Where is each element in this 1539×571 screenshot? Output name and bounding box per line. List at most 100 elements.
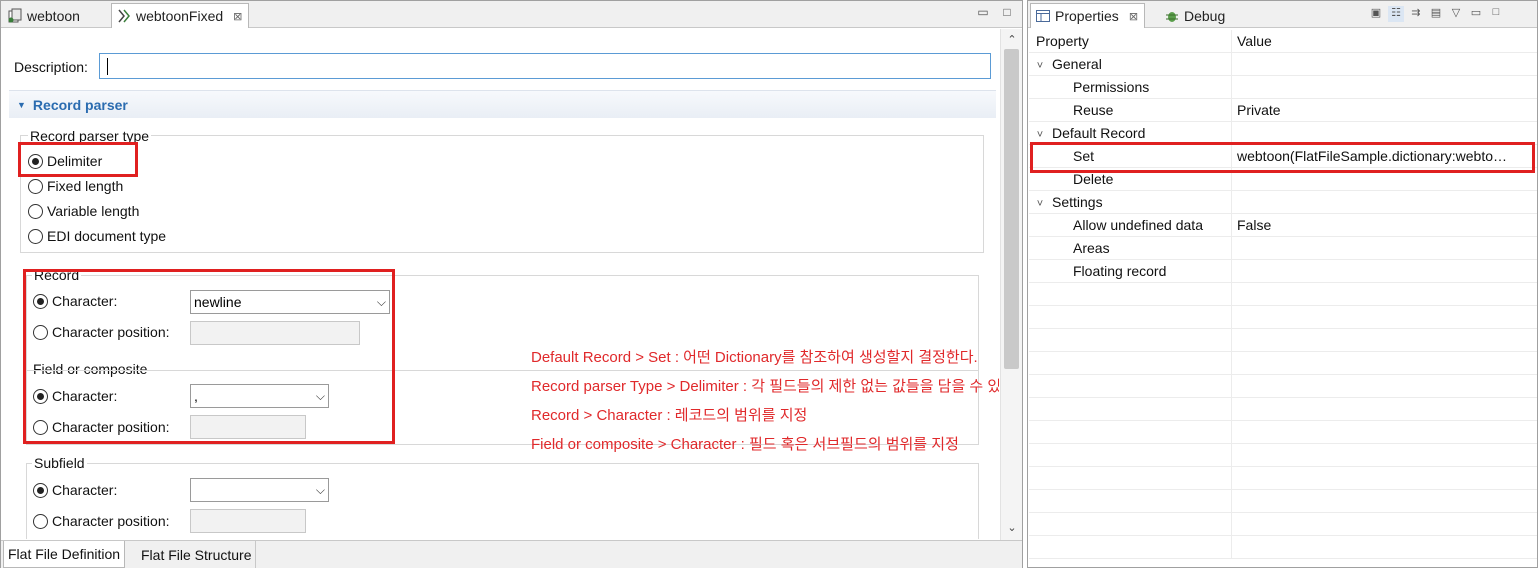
table-row[interactable]: Allow undefined data False: [1029, 214, 1537, 237]
property-label: Areas: [1073, 240, 1110, 256]
highlight-record-field: [23, 269, 395, 444]
property-label: Floating record: [1073, 263, 1167, 279]
empty-cell: [1029, 421, 1232, 444]
empty-cell: [1029, 329, 1232, 352]
property-label: General: [1052, 56, 1102, 72]
empty-row: [1029, 283, 1537, 306]
empty-row: [1029, 421, 1537, 444]
table-row[interactable]: ˅ General: [1029, 53, 1537, 76]
window-controls: ▭ □: [976, 5, 1014, 19]
chevron-down-icon[interactable]: ˅: [1033, 193, 1047, 216]
pin-icon[interactable]: ▣: [1368, 6, 1384, 22]
empty-cell: [1029, 467, 1232, 490]
restore-icon[interactable]: ▤: [1428, 6, 1444, 22]
highlight-delimiter: [18, 142, 138, 177]
text-caret: [107, 58, 108, 75]
property-value[interactable]: [1237, 191, 1533, 214]
property-name: Permissions: [1029, 76, 1232, 99]
tab-flat-file-definition[interactable]: Flat File Definition: [3, 541, 126, 568]
vertical-scrollbar[interactable]: ⌃ ⌄: [1000, 29, 1022, 540]
empty-cell: [1029, 306, 1232, 329]
empty-cell: [1029, 352, 1232, 375]
radio-fixed-length[interactable]: Fixed length: [28, 178, 123, 194]
empty-row: [1029, 352, 1537, 375]
empty-row: [1029, 306, 1537, 329]
description-input[interactable]: [99, 53, 991, 79]
radio-variable-length[interactable]: Variable length: [28, 203, 139, 219]
property-value[interactable]: [1237, 237, 1533, 260]
property-name: Allow undefined data: [1029, 214, 1232, 237]
highlight-set-row: [1030, 142, 1535, 173]
section-title: Record parser: [32, 96, 128, 113]
property-label: Permissions: [1073, 79, 1150, 95]
advanced-icon[interactable]: ⇉: [1408, 6, 1424, 22]
empty-cell: [1029, 444, 1232, 467]
header-value: Value: [1237, 33, 1272, 49]
empty-row: [1029, 490, 1537, 513]
scrollbar-thumb[interactable]: [1004, 49, 1019, 369]
annotation-note: Record > Character : 레코드의 범위를 지정: [531, 407, 808, 424]
maximize-icon[interactable]: □: [1488, 6, 1504, 22]
minimize-icon[interactable]: ▭: [976, 5, 990, 19]
table-row[interactable]: ˅ Settings: [1029, 191, 1537, 214]
radio-circle: [33, 482, 48, 498]
maximize-icon[interactable]: □: [1000, 5, 1014, 19]
tree-icon[interactable]: ☷: [1388, 6, 1404, 22]
empty-row: [1029, 513, 1537, 536]
empty-row: [1029, 444, 1537, 467]
annotation-note: Record parser Type > Delimiter : 각 필드들의 …: [531, 378, 999, 395]
tab-flat-file-structure[interactable]: Flat File Structure: [137, 541, 257, 568]
property-value[interactable]: [1237, 260, 1533, 283]
table-header: Property Value: [1029, 30, 1537, 53]
chevron-down-icon: ⌵: [315, 483, 325, 497]
empty-cell: [1029, 398, 1232, 421]
subfield-title: Subfield: [32, 455, 87, 471]
radio-circle: [28, 203, 43, 219]
subfield-character-select[interactable]: ⌵: [190, 478, 329, 502]
tab-webtoonfixed[interactable]: webtoonFixed ⊠: [111, 3, 250, 28]
radio-subfield-character[interactable]: Character:: [33, 482, 117, 498]
empty-row: [1029, 329, 1537, 352]
subfield-position-field[interactable]: [190, 509, 306, 533]
close-icon[interactable]: ⊠: [233, 10, 242, 23]
tab-webtoon[interactable]: webtoon: [3, 3, 86, 28]
properties-rows: ˅ General Permissions Reuse Private ˅ Default …: [1029, 53, 1537, 559]
property-value[interactable]: [1237, 76, 1533, 99]
empty-cell: [1029, 375, 1232, 398]
property-name: Floating record: [1029, 260, 1232, 283]
property-name: Areas: [1029, 237, 1232, 260]
properties-icon: [1035, 8, 1051, 24]
radio-subfield-position[interactable]: Character position:: [33, 513, 170, 529]
empty-row: [1029, 536, 1537, 559]
record-parser-section-header[interactable]: ▼ Record parser: [9, 90, 996, 118]
empty-cell: [1029, 490, 1232, 513]
tab-debug[interactable]: Debug: [1160, 3, 1231, 28]
empty-row: [1029, 398, 1537, 421]
property-value[interactable]: False: [1237, 214, 1533, 237]
editor-panel: webtoon webtoonFixed ⊠ ▭ □ Description: …: [0, 0, 1023, 568]
property-value[interactable]: Private: [1237, 99, 1533, 122]
scroll-up-icon[interactable]: ⌃: [1001, 33, 1023, 46]
tab-properties[interactable]: Properties ⊠: [1030, 3, 1146, 28]
chevron-down-icon[interactable]: ˅: [1033, 55, 1047, 78]
property-value[interactable]: [1237, 53, 1533, 76]
radio-edi-document-type[interactable]: EDI document type: [28, 228, 166, 244]
properties-toolbar: ▣ ☷ ⇉ ▤ ▽ ▭ □: [1368, 6, 1504, 22]
table-row[interactable]: Permissions: [1029, 76, 1537, 99]
editor-bottom-tabs: Flat File Definition Flat File Structure: [1, 540, 1022, 568]
view-menu-icon[interactable]: ▽: [1448, 6, 1464, 22]
property-name: Reuse: [1029, 99, 1232, 122]
annotation-note: Field or composite > Character : 필드 혹은 서…: [531, 436, 959, 453]
bug-icon: [1164, 8, 1180, 24]
table-row[interactable]: Floating record: [1029, 260, 1537, 283]
flat-file-icon: [116, 8, 132, 24]
radio-circle: [33, 513, 48, 529]
table-row[interactable]: Areas: [1029, 237, 1537, 260]
table-row[interactable]: Reuse Private: [1029, 99, 1537, 122]
close-icon[interactable]: ⊠: [1129, 10, 1138, 23]
property-label: Delete: [1073, 171, 1114, 187]
flat-file-icon: [7, 8, 23, 24]
minimize-icon[interactable]: ▭: [1468, 6, 1484, 22]
empty-cell: [1029, 283, 1232, 306]
scroll-down-icon[interactable]: ⌄: [1001, 521, 1023, 534]
